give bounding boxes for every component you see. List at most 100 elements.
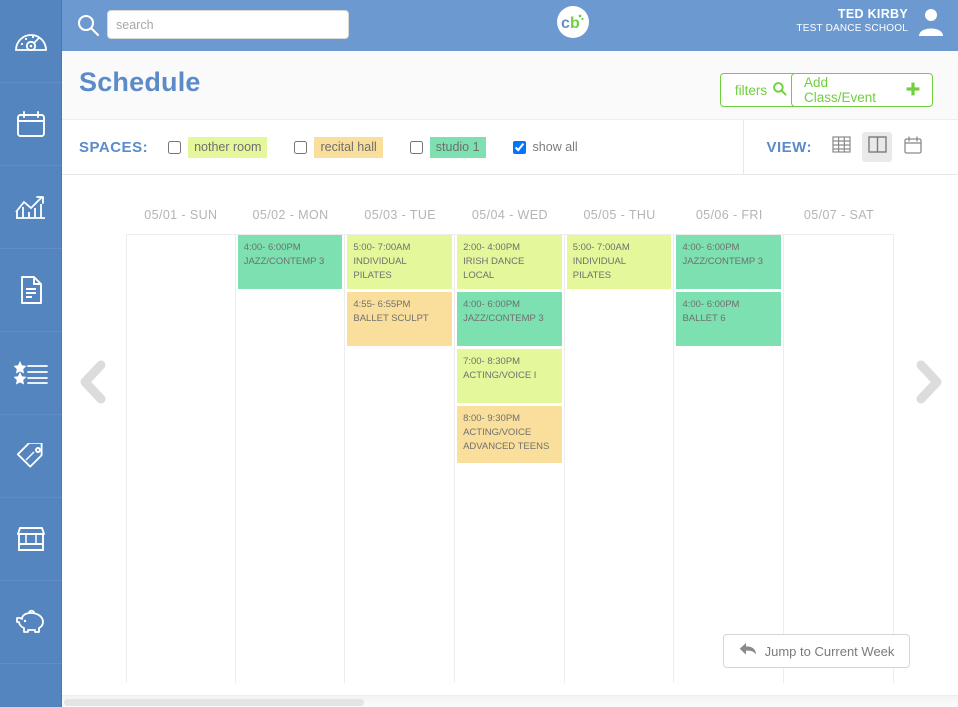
table-grid-icon xyxy=(831,136,851,158)
event-name: ACTING/VOICE ADVANCED TEENS xyxy=(463,427,550,452)
event-time: 5:00- 7:00AM xyxy=(572,242,630,253)
space-checkbox-recital-hall[interactable] xyxy=(294,140,308,154)
top-bar: c b TED KIRBY TEST DANCE SCHOOL xyxy=(62,0,958,51)
sidebar-item-classes[interactable] xyxy=(0,332,62,415)
sidebar-item-dashboard[interactable] xyxy=(0,0,62,83)
event-name: INDIVIDUAL PILATES xyxy=(353,256,407,281)
event-name: JAZZ/CONTEMP 3 xyxy=(243,256,325,267)
space-option-recital-hall[interactable]: recital hall xyxy=(294,136,383,158)
event-card[interactable]: 4:55- 6:55PM BALLET SCULPT xyxy=(347,292,453,346)
day-header: 05/04 - WED xyxy=(471,207,548,222)
sidebar-item-documents[interactable] xyxy=(0,249,62,332)
event-time: 5:00- 7:00AM xyxy=(353,242,411,253)
user-menu[interactable]: TED KIRBY TEST DANCE SCHOOL xyxy=(796,6,946,36)
user-name: TED KIRBY xyxy=(837,6,908,21)
event-time: 8:00- 9:30PM xyxy=(463,413,521,424)
scrollbar-thumb[interactable] xyxy=(64,699,364,706)
sidebar-item-store[interactable] xyxy=(0,498,62,581)
day-column-sun xyxy=(126,235,236,683)
growth-chart-icon xyxy=(15,194,47,220)
event-time: 4:00- 6:00PM xyxy=(463,299,521,310)
search-input[interactable] xyxy=(107,10,349,39)
space-chip-label: recital hall xyxy=(314,136,383,158)
event-card[interactable]: 5:00- 7:00AM INDIVIDUAL PILATES xyxy=(566,235,672,289)
app-logo[interactable]: c b xyxy=(557,6,589,38)
event-name: IRISH DANCE LOCAL xyxy=(463,256,525,281)
filters-button[interactable]: filters xyxy=(720,73,802,107)
day-columns: 4:00- 6:00PM JAZZ/CONTEMP 3 5:00- 7:00AM… xyxy=(126,235,894,683)
day-header: 05/05 - THU xyxy=(583,207,656,222)
event-card[interactable]: 8:00- 9:30PM ACTING/VOICE ADVANCED TEENS xyxy=(457,406,562,463)
day-column-mon: 4:00- 6:00PM JAZZ/CONTEMP 3 xyxy=(236,235,346,683)
event-time: 2:00- 4:00PM xyxy=(463,242,521,253)
event-time: 4:00- 6:00PM xyxy=(243,242,301,253)
view-button-columns[interactable] xyxy=(862,132,892,162)
search-icon[interactable] xyxy=(75,12,101,38)
sidebar-item-pricing[interactable] xyxy=(0,415,62,498)
next-week-button[interactable] xyxy=(908,357,948,407)
event-time: 4:00- 6:00PM xyxy=(682,242,740,253)
space-option-show-all[interactable]: show all xyxy=(512,140,578,154)
event-card[interactable]: 4:00- 6:00PM BALLET 6 xyxy=(676,292,782,346)
add-class-event-button[interactable]: Add Class/Event xyxy=(791,73,933,107)
view-button-table[interactable] xyxy=(826,132,856,162)
calendar-week-view: 05/01 - SUN 05/02 - MON 05/03 - TUE 05/0… xyxy=(62,175,958,707)
calendar-month-icon xyxy=(904,135,922,159)
piggy-bank-icon xyxy=(15,609,47,635)
day-column-fri: 4:00- 6:00PM JAZZ/CONTEMP 3 4:00- 6:00PM… xyxy=(674,235,785,683)
event-card[interactable]: 7:00- 8:30PM ACTING/VOICE I xyxy=(457,349,562,403)
jump-button-label: Jump to Current Week xyxy=(764,643,895,659)
sidebar-item-schedule[interactable] xyxy=(0,83,62,166)
event-name: ACTING/VOICE I xyxy=(463,370,537,381)
event-card[interactable]: 4:00- 6:00PM JAZZ/CONTEMP 3 xyxy=(676,235,782,289)
back-arrow-icon xyxy=(739,642,757,660)
user-avatar-icon[interactable] xyxy=(916,6,946,36)
tag-icon xyxy=(15,443,47,469)
day-header: 05/07 - SAT xyxy=(803,207,875,222)
page-header: Schedule filters Add Class/Event xyxy=(62,51,958,120)
day-column-tue: 5:00- 7:00AM INDIVIDUAL PILATES 4:55- 6:… xyxy=(345,235,456,683)
view-button-month[interactable] xyxy=(898,132,928,162)
event-time: 7:00- 8:30PM xyxy=(463,356,521,367)
previous-week-button[interactable] xyxy=(74,357,114,407)
space-chip-label: nother room xyxy=(188,136,268,158)
event-name: JAZZ/CONTEMP 3 xyxy=(682,256,764,267)
page-title: Schedule xyxy=(79,67,201,97)
filters-button-label: filters xyxy=(734,82,768,98)
space-checkbox-nother-room[interactable] xyxy=(168,140,182,154)
add-button-label: Add Class/Event xyxy=(804,75,877,105)
event-card[interactable]: 5:00- 7:00AM INDIVIDUAL PILATES xyxy=(347,235,453,289)
space-option-studio-1[interactable]: studio 1 xyxy=(409,136,486,158)
store-icon xyxy=(16,526,46,552)
space-chip-label: studio 1 xyxy=(429,136,486,158)
event-card[interactable]: 4:00- 6:00PM JAZZ/CONTEMP 3 xyxy=(237,235,343,289)
day-headers-row: 05/01 - SUN 05/02 - MON 05/03 - TUE 05/0… xyxy=(126,194,894,235)
document-icon xyxy=(18,275,44,305)
day-header: 05/03 - TUE xyxy=(364,207,436,222)
day-header: 05/06 - FRI xyxy=(695,207,763,222)
day-column-wed: 2:00- 4:00PM IRISH DANCE LOCAL 4:00- 6:0… xyxy=(455,235,565,683)
space-option-nother-room[interactable]: nother room xyxy=(168,136,268,158)
sidebar-item-finances[interactable] xyxy=(0,581,62,664)
show-all-checkbox[interactable] xyxy=(512,140,526,154)
svg-text:b: b xyxy=(570,15,580,32)
event-time: 4:00- 6:00PM xyxy=(682,299,740,310)
day-column-thu: 5:00- 7:00AM INDIVIDUAL PILATES xyxy=(565,235,675,683)
dashboard-gauge-icon xyxy=(14,28,48,54)
sidebar-item-reports[interactable] xyxy=(0,166,62,249)
space-checkbox-studio-1[interactable] xyxy=(409,140,423,154)
event-name: INDIVIDUAL PILATES xyxy=(572,256,626,281)
event-card[interactable]: 4:00- 6:00PM JAZZ/CONTEMP 3 xyxy=(457,292,562,346)
view-label: VIEW: xyxy=(766,138,812,156)
sidebar xyxy=(0,0,62,707)
day-column-sat xyxy=(784,235,894,683)
columns-icon xyxy=(867,136,887,158)
user-text: TED KIRBY TEST DANCE SCHOOL xyxy=(796,7,908,35)
event-card[interactable]: 2:00- 4:00PM IRISH DANCE LOCAL xyxy=(457,235,562,289)
event-time: 4:55- 6:55PM xyxy=(353,299,411,310)
spaces-label: SPACES: xyxy=(79,138,149,156)
jump-to-current-week-button[interactable]: Jump to Current Week xyxy=(723,634,910,668)
horizontal-scrollbar[interactable] xyxy=(62,695,958,707)
day-header: 05/02 - MON xyxy=(252,207,329,222)
event-name: BALLET 6 xyxy=(682,313,726,324)
